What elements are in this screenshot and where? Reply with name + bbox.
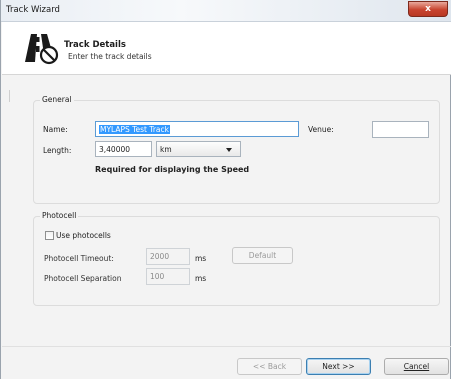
name-label: Name: [43, 125, 68, 134]
name-input[interactable]: MYLAPS Test Track [95, 121, 299, 137]
cancel-button-label: Cancel [403, 362, 430, 371]
close-icon: x [425, 4, 431, 14]
track-wizard-window: Track Wizard x Track Details Enter the t… [0, 0, 451, 379]
photocell-timeout-unit: ms [195, 254, 207, 263]
speed-note: Required for displaying the Speed [95, 165, 250, 174]
use-photocells-label[interactable]: Use photocells [56, 231, 111, 240]
road-no-entry-icon [25, 34, 59, 65]
close-button[interactable]: x [408, 1, 448, 17]
footer-divider [2, 346, 451, 347]
photocell-separation-label: Photocell Separation [44, 274, 122, 283]
use-photocells-checkbox[interactable] [45, 231, 54, 240]
photocell-timeout-label: Photocell Timeout: [44, 254, 114, 263]
default-button[interactable]: Default [232, 247, 293, 264]
next-button-label: Next >> [322, 362, 355, 371]
photocell-timeout-value: 2000 [150, 252, 170, 261]
back-button-label: << Back [252, 362, 287, 371]
photocell-timeout-input[interactable]: 2000 [146, 248, 190, 265]
wizard-header: Track Details Enter the track details [2, 22, 451, 75]
venue-label: Venue: [308, 125, 334, 134]
cancel-button[interactable]: Cancel [384, 358, 449, 375]
page-subtitle: Enter the track details [68, 52, 152, 61]
length-input-value: 3,40000 [99, 145, 131, 154]
name-input-value: MYLAPS Test Track [99, 125, 170, 134]
window-title: Track Wizard [6, 5, 60, 15]
back-button[interactable]: << Back [237, 358, 302, 375]
chevron-down-icon [226, 148, 232, 152]
next-button[interactable]: Next >> [306, 358, 371, 375]
general-legend: General [40, 95, 74, 104]
length-unit-select[interactable]: km [156, 141, 241, 157]
photocell-separation-value: 100 [150, 272, 165, 281]
venue-input[interactable] [372, 121, 429, 138]
length-input[interactable]: 3,40000 [95, 141, 152, 157]
title-bar[interactable]: Track Wizard x [1, 0, 451, 22]
divider [9, 90, 10, 102]
length-unit-value: km [160, 145, 172, 154]
page-title: Track Details [64, 40, 126, 50]
default-button-label: Default [248, 251, 277, 260]
photocell-separation-input[interactable]: 100 [146, 268, 190, 285]
photocell-separation-unit: ms [195, 274, 207, 283]
length-label: Length: [43, 146, 72, 155]
photocell-legend: Photocell [40, 211, 79, 220]
